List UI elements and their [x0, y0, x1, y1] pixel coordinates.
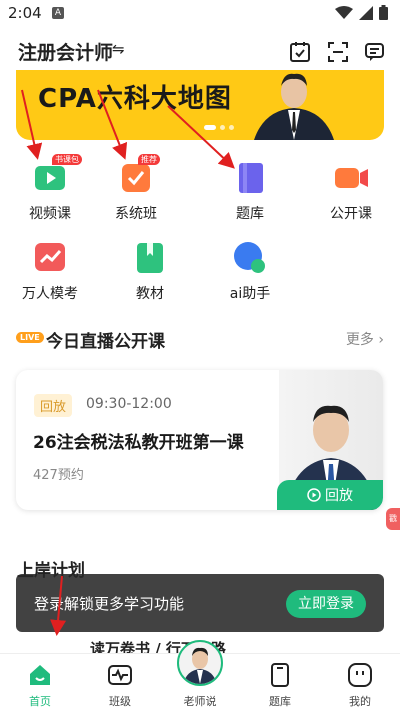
- nav-label: 老师说: [183, 695, 217, 708]
- textbook-icon: [132, 240, 168, 274]
- login-prompt-toast: 登录解锁更多学习功能 立即登录: [16, 574, 384, 632]
- grid-item-question-bank[interactable]: 题库: [210, 160, 290, 223]
- grid-item-open-class[interactable]: 公开课: [311, 160, 391, 223]
- nav-label: 首页: [29, 695, 51, 708]
- checkin-calendar-icon[interactable]: [288, 40, 312, 64]
- grid-item-system-class[interactable]: 推荐 系统班: [96, 154, 176, 223]
- checklist-icon: 推荐: [118, 154, 160, 194]
- video-tag: 书课包: [52, 154, 82, 165]
- login-button[interactable]: 立即登录: [286, 590, 366, 618]
- nav-home[interactable]: 首页: [0, 654, 80, 709]
- grid-label: 万人模考: [22, 286, 78, 302]
- trend-chart-icon: [32, 240, 68, 274]
- nav-profile[interactable]: 我的: [320, 654, 400, 709]
- bottom-nav: 首页 班级 老师说 题库 我的: [0, 640, 400, 710]
- grid-label: 公开课: [330, 206, 372, 222]
- grid-label: 系统班: [115, 206, 157, 222]
- chevron-right-icon: ›: [378, 332, 384, 348]
- notification-a-icon: A: [52, 7, 64, 19]
- course-time: 09:30-12:00: [86, 396, 172, 412]
- grid-item-video[interactable]: 书课包 视频课: [10, 154, 90, 223]
- signal-icon: [359, 5, 373, 20]
- nav-label: 题库: [269, 695, 291, 708]
- replay-button[interactable]: 回放: [277, 480, 383, 510]
- switch-icon[interactable]: ⇋: [112, 40, 125, 58]
- grid-item-mock-exam[interactable]: 万人模考: [10, 240, 90, 303]
- live-section-title: 今日直播公开课: [46, 332, 165, 352]
- live-badge: LIVE: [16, 332, 44, 343]
- nav-label: 班级: [109, 695, 131, 708]
- teacher-avatar[interactable]: [177, 640, 223, 686]
- message-icon[interactable]: [364, 40, 388, 64]
- app-header: 注册会计师 ⇋: [0, 28, 400, 72]
- more-label: 更多: [345, 332, 374, 348]
- battery-icon: [379, 5, 388, 20]
- status-icons: [335, 5, 388, 20]
- grid-label: 视频课: [29, 206, 71, 222]
- nav-label: 我的: [349, 695, 371, 708]
- status-bar: 2:04 A: [0, 0, 400, 26]
- camera-icon: [333, 160, 369, 194]
- grid-label: 题库: [236, 206, 264, 222]
- system-class-tag: 推荐: [138, 154, 160, 165]
- question-bank-nav-icon: [271, 663, 289, 687]
- nav-question-bank[interactable]: 题库: [240, 654, 320, 709]
- live-section-header: LIVE 今日直播公开课 更多 ›: [16, 326, 384, 352]
- live-more-link[interactable]: 更多 ›: [346, 329, 384, 349]
- grid-item-textbook[interactable]: 教材: [110, 240, 190, 303]
- profile-face-icon: [348, 663, 372, 687]
- grid-item-ai-assistant[interactable]: ai助手: [210, 240, 290, 303]
- scan-icon[interactable]: [326, 40, 350, 64]
- home-icon: [30, 665, 50, 685]
- ai-assistant-icon: [232, 240, 268, 274]
- live-course-card[interactable]: 回放 09:30-12:00 26注会税法私教开班第一课 427预约 回放: [16, 370, 383, 510]
- annotation-arrow-home: [50, 576, 67, 636]
- exam-selector[interactable]: 注册会计师: [18, 38, 113, 65]
- video-icon: 书课包: [32, 154, 82, 194]
- replay-tag: 回放: [34, 394, 73, 417]
- side-float-tab[interactable]: 戳: [386, 508, 400, 530]
- grid-label: 教材: [136, 286, 164, 302]
- wifi-icon: [335, 5, 353, 19]
- class-pulse-icon: [108, 665, 132, 685]
- status-time: 2:04: [8, 4, 42, 22]
- reservation-count: 427预约: [33, 468, 84, 483]
- play-circle-icon: [307, 488, 321, 502]
- course-title: 26注会税法私教开班第一课: [33, 433, 244, 453]
- grid-label: ai助手: [229, 286, 271, 302]
- nav-class[interactable]: 班级: [80, 654, 160, 709]
- replay-button-label: 回放: [325, 488, 353, 504]
- question-bank-icon: [232, 160, 268, 194]
